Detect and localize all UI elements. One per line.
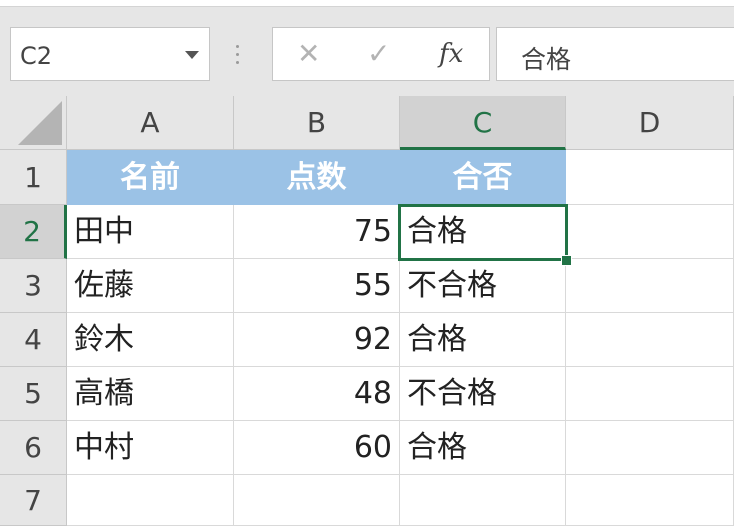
column-header-d[interactable]: D — [566, 96, 734, 150]
cell-a4[interactable]: 鈴木 — [67, 313, 234, 367]
fill-handle[interactable] — [561, 255, 572, 266]
row-header-7[interactable]: 7 — [0, 475, 67, 526]
row-header-6[interactable]: 6 — [0, 421, 67, 475]
select-all-triangle-icon — [18, 101, 62, 145]
name-box[interactable]: C2 — [10, 27, 210, 81]
cell-d5[interactable] — [566, 367, 734, 421]
formula-bar-area: C2 ✕ ✓ fx 合格 — [0, 7, 734, 95]
formula-buttons: ✕ ✓ fx — [272, 27, 490, 81]
cell-d4[interactable] — [566, 313, 734, 367]
insert-function-button[interactable]: fx — [439, 38, 463, 70]
cell-c4[interactable]: 合格 — [400, 313, 566, 367]
grip-icon[interactable] — [236, 45, 240, 67]
chevron-down-icon[interactable] — [185, 51, 199, 59]
cell-b2[interactable]: 75 — [234, 205, 400, 259]
cell-c1[interactable]: 合否 — [400, 150, 566, 205]
cell-a1[interactable]: 名前 — [67, 150, 234, 205]
column-header-b[interactable]: B — [234, 96, 400, 150]
cell-a7[interactable] — [67, 475, 234, 526]
row-header-3[interactable]: 3 — [0, 259, 67, 313]
cell-b4[interactable]: 92 — [234, 313, 400, 367]
active-cell-border — [398, 204, 568, 261]
worksheet-grid: A B C D 1 2 3 4 5 6 7 名前 点数 合否 田中 75 合格 … — [0, 96, 734, 526]
cell-a5[interactable]: 高橋 — [67, 367, 234, 421]
formula-content: 合格 — [521, 45, 572, 74]
cell-d7[interactable] — [566, 475, 734, 526]
formula-input[interactable]: 合格 — [496, 27, 734, 81]
row-header-4[interactable]: 4 — [0, 313, 67, 367]
cell-b3[interactable]: 55 — [234, 259, 400, 313]
cell-b7[interactable] — [234, 475, 400, 526]
cell-d6[interactable] — [566, 421, 734, 475]
row-header-5[interactable]: 5 — [0, 367, 67, 421]
cell-a2[interactable]: 田中 — [67, 205, 234, 259]
cell-d3[interactable] — [566, 259, 734, 313]
cell-b1[interactable]: 点数 — [234, 150, 400, 205]
enter-icon[interactable]: ✓ — [367, 38, 390, 70]
cell-b5[interactable]: 48 — [234, 367, 400, 421]
cell-b6[interactable]: 60 — [234, 421, 400, 475]
cancel-icon[interactable]: ✕ — [297, 38, 320, 70]
cell-c7[interactable] — [400, 475, 566, 526]
cell-c3[interactable]: 不合格 — [400, 259, 566, 313]
cell-d1[interactable] — [566, 150, 734, 205]
name-box-value: C2 — [20, 42, 53, 70]
column-header-c[interactable]: C — [400, 96, 566, 150]
cell-c5[interactable]: 不合格 — [400, 367, 566, 421]
select-all-button[interactable] — [0, 96, 67, 150]
cell-a3[interactable]: 佐藤 — [67, 259, 234, 313]
cell-d2[interactable] — [566, 205, 734, 259]
row-header-2[interactable]: 2 — [0, 205, 67, 259]
cell-a6[interactable]: 中村 — [67, 421, 234, 475]
ribbon-edge — [0, 0, 734, 7]
column-header-a[interactable]: A — [67, 96, 234, 150]
row-header-1[interactable]: 1 — [0, 150, 67, 205]
cell-c6[interactable]: 合格 — [400, 421, 566, 475]
